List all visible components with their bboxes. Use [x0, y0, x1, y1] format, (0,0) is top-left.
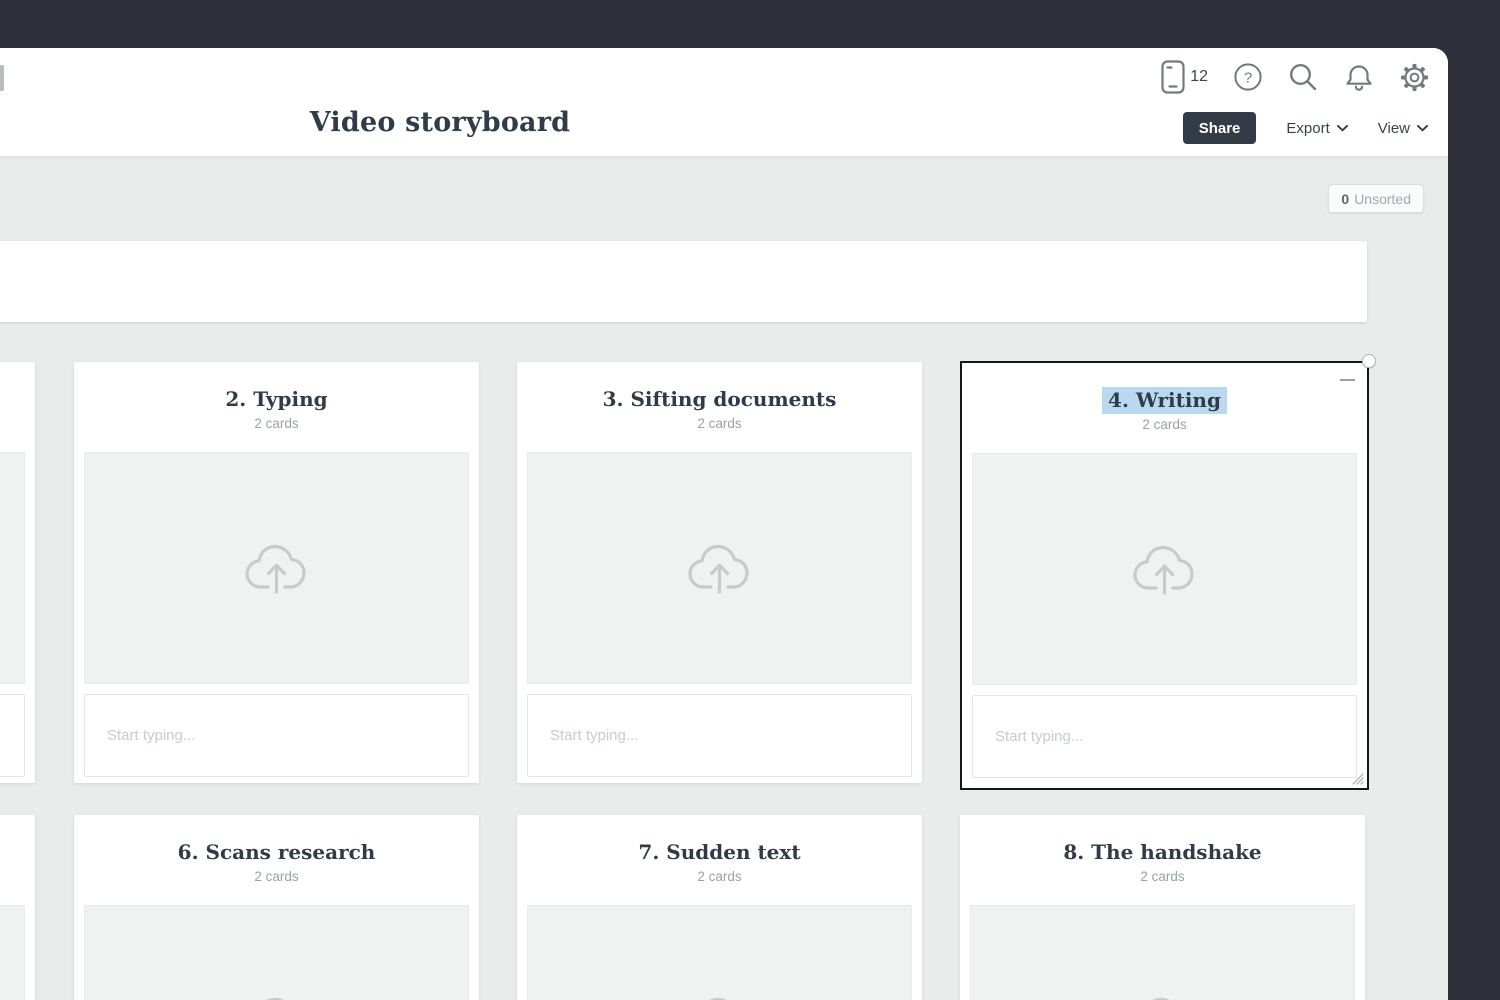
upload-dropzone[interactable]: [84, 905, 469, 1000]
upload-dropzone[interactable]: [970, 905, 1355, 1000]
card-count-subtitle: 2 cards: [254, 416, 299, 431]
upload-dropzone[interactable]: [972, 453, 1357, 685]
page-title[interactable]: Video storyboard: [0, 107, 880, 138]
card-title[interactable]: 8. The handshake: [960, 839, 1365, 865]
view-label: View: [1377, 119, 1410, 137]
export-dropdown[interactable]: Export: [1286, 119, 1348, 137]
upload-dropzone[interactable]: [0, 905, 25, 1000]
card-count-subtitle: 2 cards: [1142, 417, 1187, 432]
gear-icon: [1400, 63, 1429, 92]
chevron-down-icon: [1336, 124, 1348, 132]
cloud-upload-icon: [242, 541, 312, 595]
card-count-subtitle: 2 cards: [1140, 869, 1185, 884]
card-title[interactable]: 7. Sudden text: [517, 839, 922, 865]
upload-dropzone[interactable]: [0, 452, 25, 684]
cloud-upload-icon: [685, 541, 755, 595]
storyboard-card-partial[interactable]: [0, 362, 35, 783]
storyboard-card[interactable]: 8. The handshake 2 cards: [960, 815, 1365, 1000]
view-dropdown[interactable]: View: [1378, 120, 1428, 137]
card-count-subtitle: 2 cards: [254, 869, 299, 884]
header-actions: Share Export View: [1182, 112, 1428, 144]
card-title[interactable]: 3. Sifting documents: [517, 386, 922, 412]
share-button[interactable]: Share: [1182, 112, 1257, 144]
settings-button[interactable]: [1400, 63, 1429, 92]
diagonal-grip-icon[interactable]: [1349, 770, 1364, 785]
card-count-subtitle: 2 cards: [697, 869, 742, 884]
selected-title-text[interactable]: 4. Writing: [1102, 387, 1227, 414]
unsorted-badge[interactable]: 0 Unsorted: [1328, 184, 1424, 213]
card-count-subtitle: 2 cards: [697, 416, 742, 431]
search-button[interactable]: [1288, 62, 1318, 92]
card-title[interactable]: 4. Writing: [962, 387, 1367, 414]
card-text-input[interactable]: [528, 695, 911, 776]
bell-icon: [1344, 62, 1374, 92]
header: Video storyboard 12 ? Share Export View: [0, 48, 1448, 157]
storyboard-card[interactable]: 2. Typing 2 cards: [74, 362, 479, 783]
storyboard-card[interactable]: 6. Scans research 2 cards: [74, 815, 479, 1000]
card-title[interactable]: 6. Scans research: [74, 839, 479, 865]
cloud-upload-icon: [1130, 542, 1200, 596]
card-textbox[interactable]: [0, 694, 25, 777]
card-textbox[interactable]: [84, 694, 469, 777]
question-circle-icon: ?: [1234, 63, 1262, 91]
svg-text:?: ?: [1244, 69, 1252, 86]
cloud-upload-icon: [242, 994, 312, 1000]
card-text-input[interactable]: [973, 696, 1356, 777]
upload-dropzone[interactable]: [527, 905, 912, 1000]
desktop-chrome: Video storyboard 12 ? Share Export View …: [0, 0, 1500, 1000]
chevron-down-icon: [1417, 124, 1428, 132]
app-window: Video storyboard 12 ? Share Export View …: [0, 48, 1448, 1000]
card-count-label: 12: [1190, 68, 1208, 85]
empty-row-card[interactable]: [0, 241, 1367, 322]
magnifier-icon: [1288, 62, 1318, 92]
clipped-toolbar-icon: [0, 65, 4, 91]
export-label: Export: [1286, 119, 1330, 137]
card-count-button[interactable]: 12: [1161, 60, 1208, 94]
cloud-upload-icon: [1128, 994, 1198, 1000]
card-text-input[interactable]: [85, 695, 468, 776]
selection-handle[interactable]: [1362, 354, 1376, 368]
card-tray-icon: [1161, 60, 1185, 94]
minus-icon[interactable]: [1340, 379, 1355, 381]
header-icon-row: 12 ?: [1161, 60, 1429, 94]
notifications-button[interactable]: [1344, 62, 1374, 92]
cloud-upload-icon: [685, 994, 755, 1000]
storyboard-card-selected[interactable]: 4. Writing 2 cards: [960, 354, 1376, 790]
upload-dropzone[interactable]: [84, 452, 469, 684]
help-button[interactable]: ?: [1234, 63, 1262, 91]
unsorted-count: 0: [1341, 190, 1350, 207]
card-title[interactable]: 2. Typing: [74, 386, 479, 412]
unsorted-label: Unsorted: [1354, 190, 1411, 207]
card-textbox[interactable]: [527, 694, 912, 777]
storyboard-card[interactable]: 7. Sudden text 2 cards: [517, 815, 922, 1000]
upload-dropzone[interactable]: [527, 452, 912, 684]
storyboard-card[interactable]: 3. Sifting documents 2 cards: [517, 362, 922, 783]
storyboard-card-partial[interactable]: [0, 815, 35, 1000]
card-textbox[interactable]: [972, 695, 1357, 778]
